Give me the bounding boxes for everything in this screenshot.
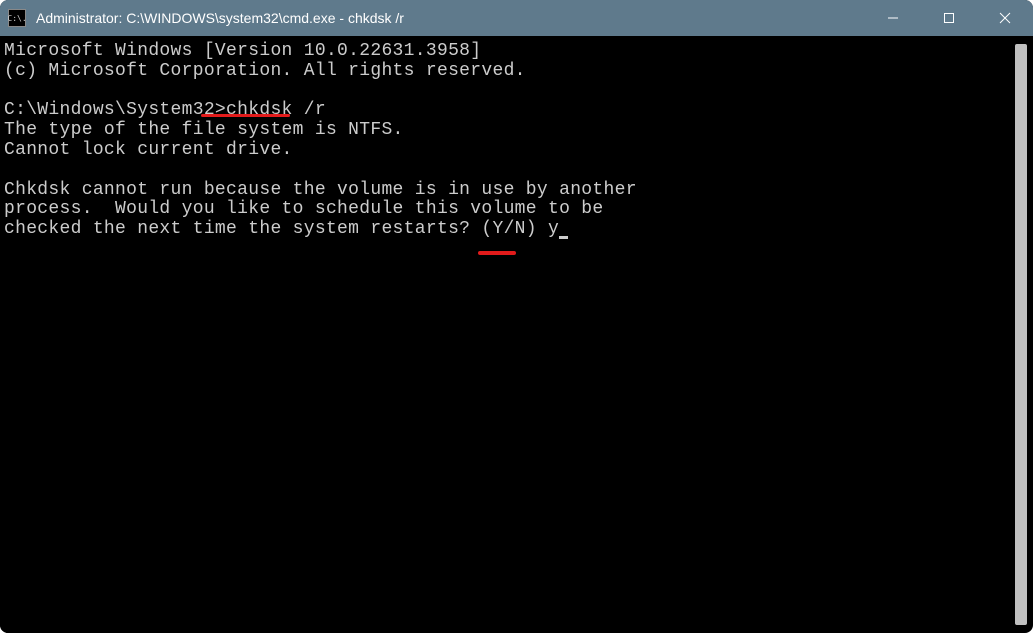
terminal-window: C:\. Administrator: C:\WINDOWS\system32\… xyxy=(0,0,1033,633)
console-line: Microsoft Windows [Version 10.0.22631.39… xyxy=(4,41,481,61)
maximize-button[interactable] xyxy=(921,0,977,36)
console-output: The type of the file system is NTFS. xyxy=(4,120,404,140)
window-title: Administrator: C:\WINDOWS\system32\cmd.e… xyxy=(36,10,865,26)
minimize-icon xyxy=(887,12,899,24)
close-icon xyxy=(999,12,1011,24)
minimize-button[interactable] xyxy=(865,0,921,36)
console-command: chkdsk /r xyxy=(226,100,326,120)
scrollbar[interactable] xyxy=(1015,44,1027,625)
console-body[interactable]: Microsoft Windows [Version 10.0.22631.39… xyxy=(0,36,1011,633)
console-output: checked the next time the system restart… xyxy=(4,219,548,239)
annotation-underline-response xyxy=(478,251,516,255)
annotation-underline-command xyxy=(201,114,290,117)
console-output: Cannot lock current drive. xyxy=(4,140,293,160)
console-output: process. Would you like to schedule this… xyxy=(4,199,604,219)
console-line: (c) Microsoft Corporation. All rights re… xyxy=(4,61,526,81)
cmd-icon: C:\. xyxy=(8,9,26,27)
console-prompt: C:\Windows\System32> xyxy=(4,100,226,120)
titlebar: C:\. Administrator: C:\WINDOWS\system32\… xyxy=(0,0,1033,36)
cursor xyxy=(559,236,568,239)
close-button[interactable] xyxy=(977,0,1033,36)
window-controls xyxy=(865,0,1033,36)
maximize-icon xyxy=(943,12,955,24)
console-output: Chkdsk cannot run because the volume is … xyxy=(4,180,637,200)
console-user-input: y xyxy=(548,219,559,239)
